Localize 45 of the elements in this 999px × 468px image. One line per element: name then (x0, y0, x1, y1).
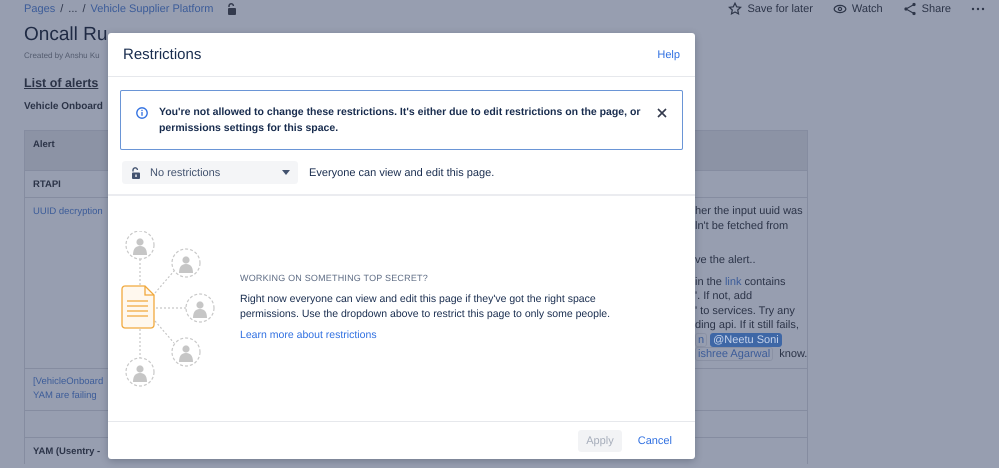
cell-text: her the input uuid was (695, 205, 803, 217)
cell-text: ding api. If it still fails, (695, 319, 799, 331)
page-action-button[interactable]: Share (902, 2, 951, 16)
restriction-description: Everyone can view and edit this page. (309, 166, 494, 178)
empty-state-text: Right now everyone can view and edit this page if they've got the right space permissions. Use the dropdown above to restrict this page to only some people. (240, 292, 612, 322)
breadcrumb-separator: / (60, 2, 64, 14)
cancel-button[interactable]: Cancel (630, 430, 680, 452)
cell-text: '. If not, add (695, 290, 752, 302)
subsection-heading: Vehicle Onboard (24, 100, 104, 114)
cell-text: contains (744, 276, 786, 288)
breadcrumb-link[interactable]: Pages (24, 2, 56, 14)
cell-text: RTAPI (33, 179, 61, 190)
dialog-title: Restrictions (123, 46, 202, 63)
cell-text: in the (695, 276, 723, 288)
share-icon (902, 2, 917, 16)
user-mention[interactable]: ishree Agarwal (695, 347, 774, 361)
cell-text: ve the alert.. (695, 254, 756, 266)
close-icon[interactable] (656, 107, 668, 119)
breadcrumb-link[interactable]: ... (68, 2, 78, 14)
cell-text: ' to services. Try any (695, 304, 795, 316)
alert-link[interactable]: UUID decryption (33, 205, 103, 220)
unlocked-padlock-icon (130, 166, 142, 178)
help-link[interactable]: Help (657, 48, 680, 60)
cell-text: YAM (Usentry - (33, 446, 100, 456)
empty-state-heading: WORKING ON SOMETHING TOP SECRET? (240, 272, 429, 282)
page-action-button[interactable]: Watch (832, 2, 883, 16)
section-heading: List of alerts (24, 75, 100, 91)
restrictions-dropdown[interactable]: No restrictions (122, 161, 298, 184)
caret-icon (282, 170, 290, 175)
alert-link[interactable]: [VehicleOnboard YAM are failing (33, 374, 104, 404)
link[interactable]: link (724, 276, 742, 288)
info-icon (136, 107, 148, 119)
cell-text: ln't be fetched from (695, 220, 788, 232)
breadcrumb-separator: / (82, 2, 86, 14)
banner-message: You're not allowed to change these restrictions. It's either due to edit restrictions on the page, or permissions settings for this space. (159, 105, 642, 136)
learn-more-link[interactable]: Learn more about restrictions (240, 328, 377, 340)
page-action-button[interactable]: Save for later (728, 2, 813, 16)
page-byline: Created by Anshu Ku (24, 50, 101, 62)
breadcrumb-link[interactable]: Vehicle Supplier Platform (90, 2, 214, 14)
user-mention[interactable]: @Neetu Soni (710, 332, 782, 346)
page-title: Oncall Ru (24, 23, 108, 47)
star-icon (728, 2, 742, 16)
unlocked-padlock-icon (226, 2, 238, 14)
cell-text: Alert (33, 139, 55, 150)
cell-text: know. (778, 348, 808, 360)
